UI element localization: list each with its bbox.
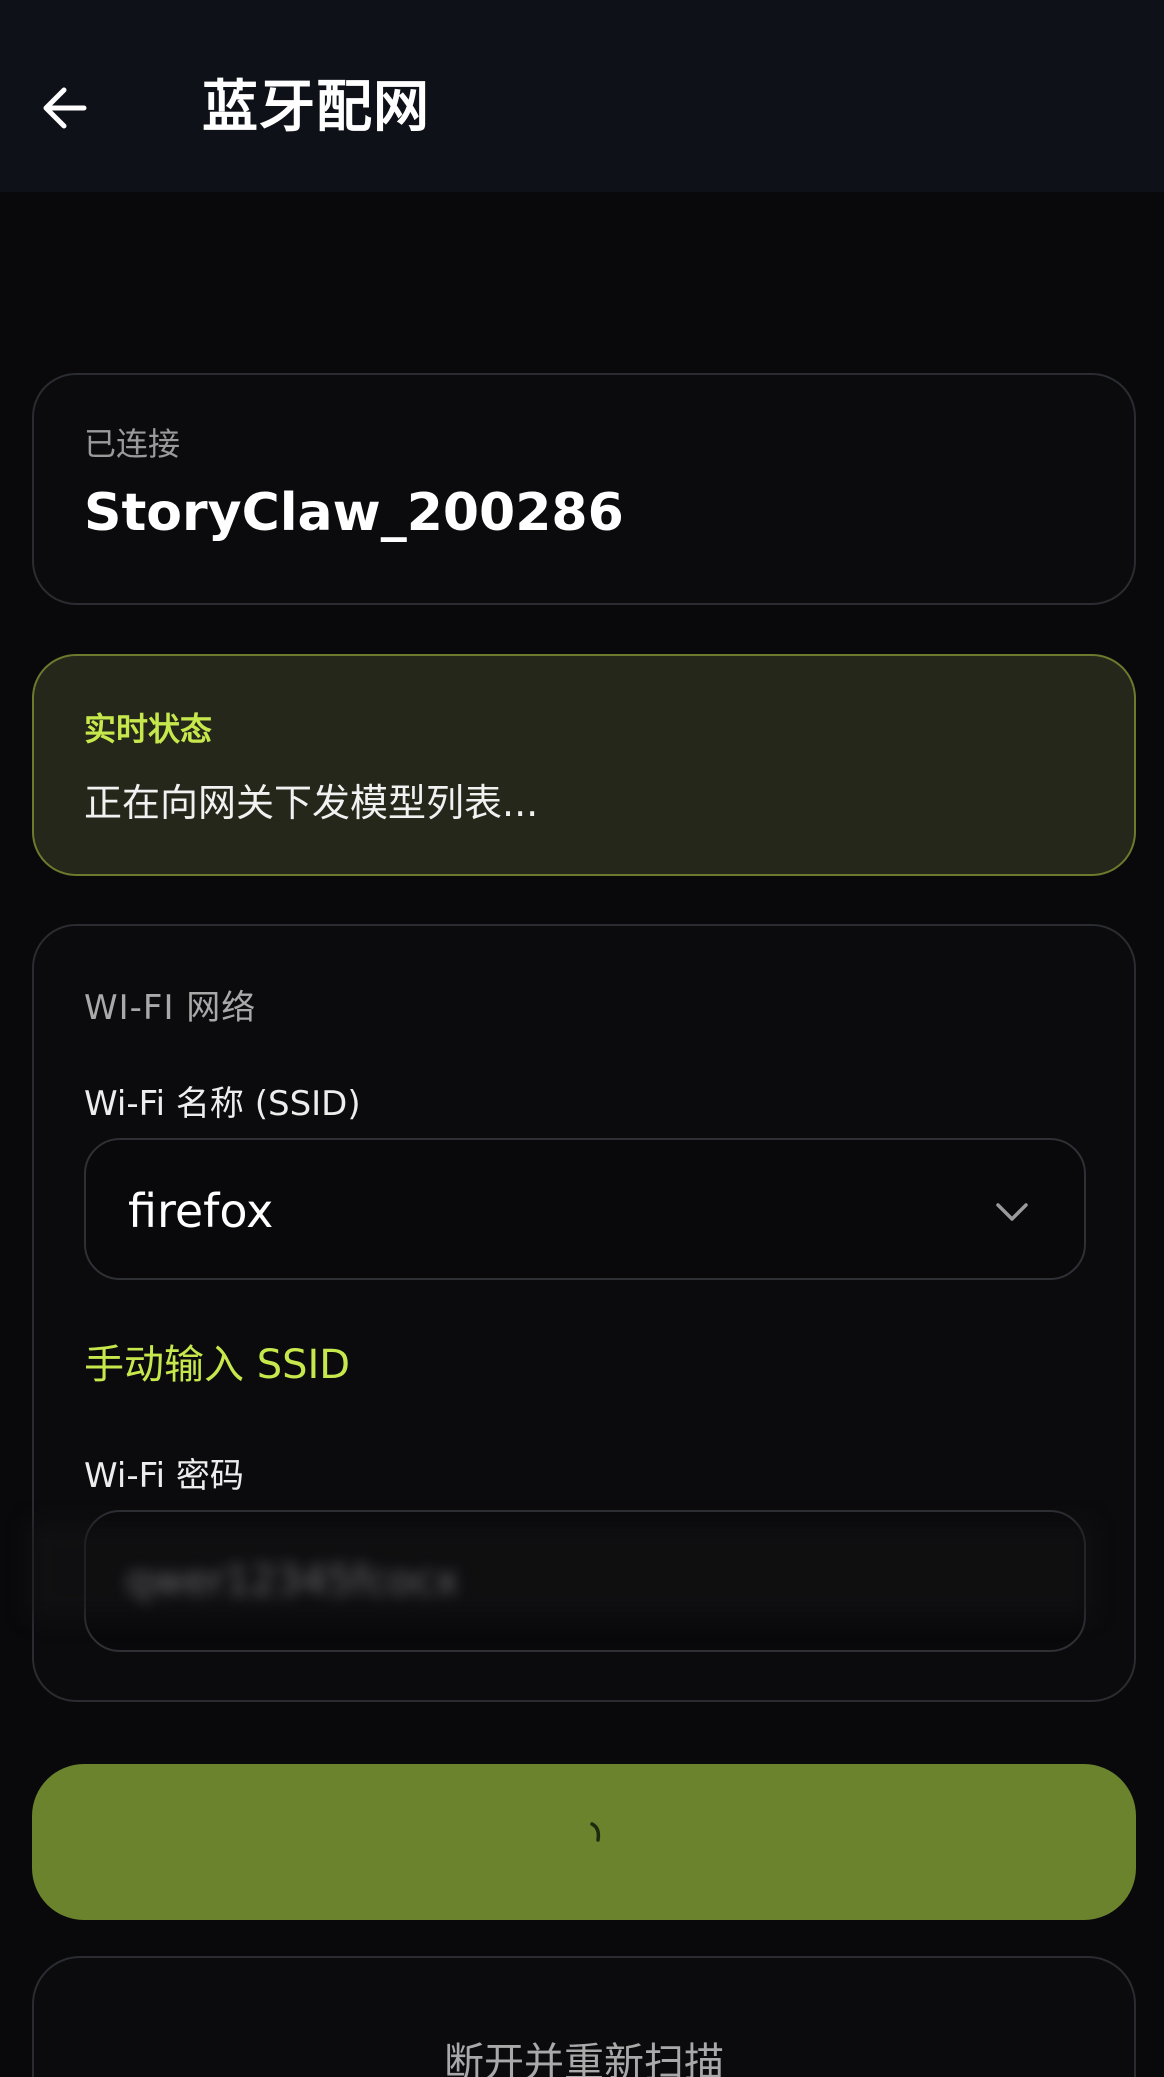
password-label: Wi-Fi 密码 — [84, 1456, 244, 1496]
arrow-left-icon[interactable] — [38, 80, 94, 136]
rescan-label: 断开并重新扫描 — [444, 2040, 724, 2077]
device-name: StoryClaw_200286 — [84, 483, 624, 543]
chevron-down-icon — [996, 1203, 1028, 1221]
connected-label: 已连接 — [84, 425, 181, 463]
status-message: 正在向网关下发模型列表... — [84, 781, 539, 825]
wifi-network-card: WI-FI 网络 Wi-Fi 名称 (SSID) firefox 手动输入 SS… — [32, 924, 1136, 1702]
status-label: 实时状态 — [84, 710, 213, 748]
wifi-section-title: WI-FI 网络 — [84, 988, 257, 1028]
ssid-label: Wi-Fi 名称 (SSID) — [84, 1084, 361, 1124]
disconnect-rescan-button[interactable]: 断开并重新扫描 — [32, 1956, 1136, 2077]
ssid-value: firefox — [128, 1184, 274, 1238]
connected-device-card: 已连接 StoryClaw_200286 — [32, 373, 1136, 605]
password-value: qwer12345fcocx — [126, 1558, 459, 1604]
ssid-select[interactable]: firefox — [84, 1138, 1086, 1280]
realtime-status-card: 实时状态 正在向网关下发模型列表... — [32, 654, 1136, 876]
loading-spinner-icon — [590, 1822, 601, 1842]
page-title: 蓝牙配网 — [202, 75, 430, 140]
bluetooth-provision-page: 蓝牙配网 已连接 StoryClaw_200286 实时状态 正在向网关下发模型… — [0, 0, 1164, 2077]
password-field[interactable]: qwer12345fcocx — [84, 1510, 1086, 1652]
manual-ssid-link[interactable]: 手动输入 SSID — [84, 1332, 350, 1390]
header-bar: 蓝牙配网 — [0, 0, 1164, 192]
